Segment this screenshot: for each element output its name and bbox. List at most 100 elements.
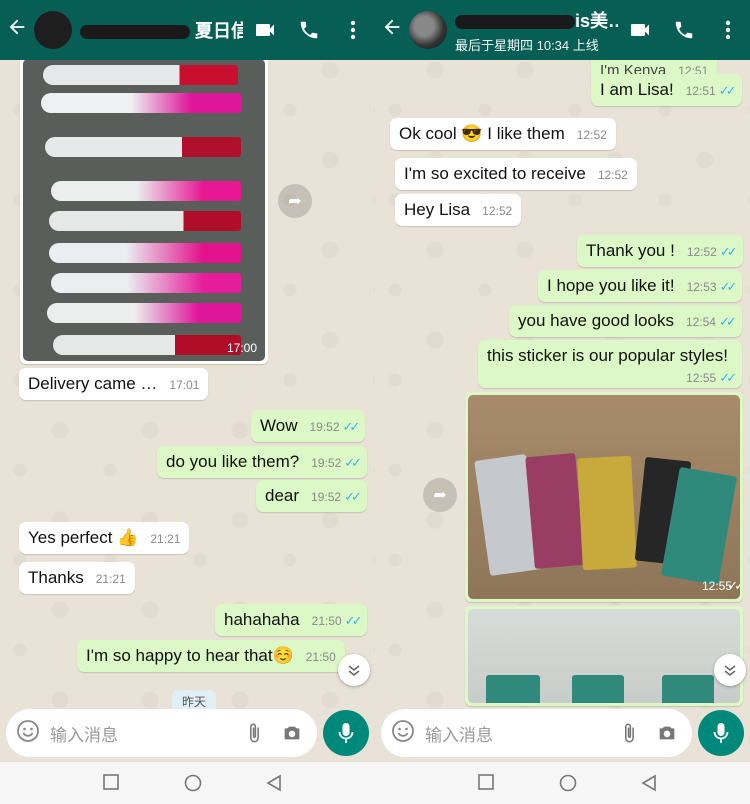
image-message-stickers[interactable]: 12:55 ✓✓ (465, 392, 743, 602)
attachment-icon[interactable] (614, 722, 644, 744)
scroll-down-chevron-icon[interactable] (338, 654, 370, 686)
contact-info[interactable]: is美… 最后于星期四 10:34 上线 (455, 7, 618, 54)
message-input-bar: 输入消息 (0, 704, 375, 762)
message-outgoing[interactable]: I am Lisa! 12:51 ✓✓ (591, 74, 742, 106)
message-text: I'm so happy to hear that (86, 646, 273, 665)
home-circle-icon[interactable] (184, 774, 202, 797)
message-input[interactable]: 输入消息 (6, 709, 317, 757)
forward-icon[interactable]: ➦ (278, 184, 312, 218)
message-incoming[interactable]: Yes perfect 👍 21:21 (19, 522, 190, 554)
smile-emoji: ☺️ (272, 646, 294, 665)
home-circle-icon[interactable] (559, 774, 577, 797)
message-text: do you like them? (166, 452, 300, 471)
emoji-icon[interactable] (16, 719, 40, 748)
right-chat-screen: is美… 最后于星期四 10:34 上线 I'm Kenya12:51 I am… (375, 0, 750, 762)
message-text: hahahaha (224, 610, 300, 629)
message-text: Hey Lisa (404, 200, 471, 219)
message-incoming[interactable]: I'm so excited to receive 12:52 (395, 158, 637, 190)
contact-info[interactable]: 夏日信保汀… (80, 17, 243, 43)
message-text: I like them (487, 124, 565, 143)
message-text: Thank you ! (586, 241, 675, 260)
contact-name: 夏日信保汀… (80, 17, 243, 43)
microphone-button[interactable] (323, 710, 369, 756)
message-outgoing[interactable]: you have good looks 12:54 ✓✓ (509, 305, 742, 337)
voice-call-icon[interactable] (287, 19, 331, 41)
message-incoming[interactable]: Ok cool 😎 I like them 12:52 (390, 118, 616, 150)
message-outgoing[interactable]: I'm so happy to hear that☺️ 21:50 (77, 640, 345, 672)
message-time: 17:01 (169, 378, 200, 392)
left-chat-screen: 夏日信保汀… 17:00 ➦ Delivery came … 17:01 (0, 0, 375, 762)
back-arrow-icon[interactable] (375, 16, 409, 45)
message-incoming[interactable]: Delivery came … 17:01 (19, 368, 209, 400)
message-time: 12:52 (482, 204, 513, 218)
back-triangle-icon[interactable] (641, 774, 657, 797)
nail-stickers-photo (468, 609, 740, 703)
message-time: 12:53 (686, 280, 717, 294)
nail-files-photo: 17:00 (23, 59, 265, 361)
message-incoming[interactable]: Thanks 21:21 (19, 562, 135, 594)
message-time: 12:52 (576, 128, 607, 142)
message-input-bar: 输入消息 (375, 704, 750, 762)
message-outgoing[interactable]: Thank you ! 12:52 ✓✓ (577, 235, 743, 267)
microphone-button[interactable] (698, 710, 744, 756)
back-arrow-icon[interactable] (0, 16, 34, 45)
back-triangle-icon[interactable] (266, 774, 282, 797)
camera-icon[interactable] (652, 722, 682, 744)
message-time: 12:52 (686, 245, 717, 259)
read-ticks-icon: ✓✓ (344, 489, 362, 504)
video-call-icon[interactable] (618, 18, 662, 42)
read-ticks-icon: ✓✓ (342, 419, 361, 434)
sunglasses-emoji: 😎 (461, 124, 483, 143)
message-time: 21:21 (150, 532, 181, 546)
contact-avatar[interactable] (34, 11, 72, 49)
attachment-icon[interactable] (239, 722, 269, 744)
message-time: 21:50 (305, 650, 336, 664)
message-text: Thanks (28, 568, 84, 587)
redacted-name (80, 25, 190, 40)
message-text: dear (265, 486, 300, 505)
image-message-stickers-2[interactable] (465, 606, 743, 706)
message-input[interactable]: 输入消息 (381, 709, 692, 757)
message-outgoing[interactable]: dear 19:52 ✓✓ (256, 480, 367, 512)
message-time: 12:51 (685, 84, 716, 98)
read-ticks-icon: ✓✓ (344, 455, 362, 470)
forward-icon[interactable]: ➦ (423, 478, 457, 512)
chat-header: is美… 最后于星期四 10:34 上线 (375, 0, 750, 60)
message-outgoing[interactable]: hahahaha 21:50 ✓✓ (215, 604, 368, 636)
scroll-down-chevron-icon[interactable] (714, 654, 746, 686)
camera-icon[interactable] (277, 722, 307, 744)
read-ticks-icon: ✓✓ (344, 613, 363, 628)
redacted-name (455, 14, 575, 29)
video-call-icon[interactable] (243, 18, 287, 42)
message-text: this sticker is our popular styles! (487, 346, 728, 365)
message-time: 19:52 (309, 420, 340, 434)
read-ticks-icon: ✓✓ (719, 370, 737, 385)
message-text: Ok cool (399, 124, 457, 143)
more-options-icon[interactable] (331, 19, 375, 41)
recent-apps-square-icon[interactable] (478, 774, 494, 795)
voice-call-icon[interactable] (662, 19, 706, 41)
message-text: I hope you like it! (547, 276, 675, 295)
read-ticks-icon: ✓✓ (719, 244, 738, 259)
message-incoming[interactable]: Hey Lisa 12:52 (395, 194, 522, 226)
message-time: 12:52 (597, 168, 628, 182)
message-outgoing[interactable]: Wow 19:52 ✓✓ (251, 410, 366, 442)
message-outgoing[interactable]: do you like them? 19:52 ✓✓ (157, 446, 368, 478)
message-time: 19:52 (311, 456, 342, 470)
chat-header: 夏日信保汀… (0, 0, 375, 60)
message-outgoing[interactable]: this sticker is our popular styles! 12:5… (478, 340, 742, 388)
android-navigation-bar (0, 762, 750, 804)
message-text: Yes perfect (28, 528, 113, 547)
message-outgoing[interactable]: I hope you like it! 12:53 ✓✓ (538, 270, 743, 302)
contact-avatar[interactable] (409, 11, 447, 49)
read-ticks-icon: ✓✓ (718, 83, 737, 98)
thumbs-up-emoji: 👍 (117, 528, 139, 547)
message-text: you have good looks (518, 311, 674, 330)
image-message-nail-files[interactable]: 17:00 (20, 56, 268, 364)
message-text: I'm so excited to receive (404, 164, 586, 183)
emoji-icon[interactable] (391, 719, 415, 748)
last-seen-status: 最后于星期四 10:34 上线 (455, 37, 599, 53)
more-options-icon[interactable] (706, 19, 750, 41)
recent-apps-square-icon[interactable] (103, 774, 119, 795)
message-text: Wow (260, 416, 298, 435)
